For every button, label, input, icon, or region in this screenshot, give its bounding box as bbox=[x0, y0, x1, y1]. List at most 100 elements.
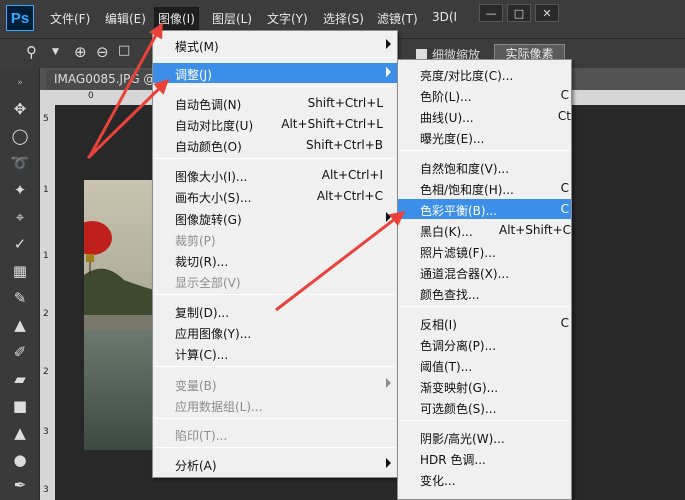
ruler-tick-label: 2 bbox=[43, 309, 49, 319]
menu-item-black-white[interactable]: 黑白(K)... Alt+Shift+C bbox=[398, 220, 571, 240]
menu-item-label: 应用数据组(L)... bbox=[175, 400, 263, 414]
menu-item-trim[interactable]: 裁切(R)... bbox=[153, 250, 397, 270]
menu-item-trap: 陷印(T)... bbox=[153, 424, 397, 444]
menu-item-image-rotation[interactable]: 图像旋转(G) bbox=[153, 208, 397, 228]
menu-item-invert[interactable]: 反相(I) C bbox=[398, 313, 571, 333]
menu-layer[interactable]: 图层(L) bbox=[212, 10, 252, 27]
adjustments-submenu: 亮度/对比度(C)... 色阶(L)... C 曲线(U)... Ct 曝光度(E)… bbox=[397, 59, 572, 500]
menu-item-label: 计算(C)... bbox=[175, 348, 229, 362]
menu-item-label: 复制(D)... bbox=[175, 306, 230, 320]
menu-item-label: 自动色调(N) bbox=[175, 98, 242, 112]
menu-item-selective-color[interactable]: 可选颜色(S)... bbox=[398, 397, 571, 417]
menu-separator bbox=[400, 150, 569, 151]
menu-item-label: 变化... bbox=[420, 474, 456, 488]
menu-item-label: 颜色查找... bbox=[420, 288, 480, 302]
menu-item-threshold[interactable]: 阈值(T)... bbox=[398, 355, 571, 375]
gradient-tool-icon[interactable]: ■ bbox=[8, 395, 32, 417]
menu-item-vibrance[interactable]: 自然饱和度(V)... bbox=[398, 157, 571, 177]
ruler-tick-label: 0 bbox=[88, 91, 94, 101]
zoom-tool-icon[interactable]: ⚲ bbox=[26, 43, 37, 61]
submenu-arrow-icon bbox=[386, 458, 391, 468]
resize-window-checkbox[interactable]: □ bbox=[118, 43, 130, 58]
menu-item-hdr-toning[interactable]: HDR 色调... bbox=[398, 448, 571, 468]
menu-item-apply-image[interactable]: 应用图像(Y)... bbox=[153, 322, 397, 342]
menu-item-label: 自然饱和度(V)... bbox=[420, 162, 510, 176]
menu-item-label: 模式(M) bbox=[175, 40, 219, 54]
menu-item-levels[interactable]: 色阶(L)... C bbox=[398, 85, 571, 105]
menu-image[interactable]: 图像(I) bbox=[154, 7, 199, 30]
brush-tool-icon[interactable]: ✎ bbox=[8, 287, 32, 309]
healing-brush-icon[interactable]: ▦ bbox=[8, 260, 32, 282]
menu-item-shortcut: C bbox=[560, 88, 569, 102]
submenu-arrow-icon bbox=[386, 212, 391, 222]
menu-item-label: 自动颜色(O) bbox=[175, 140, 242, 154]
menu-item-variations[interactable]: 变化... bbox=[398, 469, 571, 489]
menu-item-variables: 变量(B) bbox=[153, 374, 397, 394]
menu-item-mode[interactable]: 模式(M) bbox=[153, 35, 397, 55]
menu-file[interactable]: 文件(F) bbox=[50, 10, 90, 27]
chevron-down-icon[interactable]: ▼ bbox=[52, 47, 59, 57]
ruler-tick-label: 5 bbox=[43, 114, 49, 124]
dodge-tool-icon[interactable]: ● bbox=[8, 449, 32, 471]
menu-item-auto-color[interactable]: 自动颜色(O) Shift+Ctrl+B bbox=[153, 135, 397, 155]
eyedropper-tool-icon[interactable]: ✓ bbox=[8, 233, 32, 255]
move-tool-icon[interactable]: ✥ bbox=[8, 98, 32, 120]
menu-item-label: 裁切(R)... bbox=[175, 255, 229, 269]
menu-item-color-balance[interactable]: 色彩平衡(B)... C bbox=[398, 199, 571, 219]
menu-item-curves[interactable]: 曲线(U)... Ct bbox=[398, 106, 571, 126]
menu-type[interactable]: 文字(Y) bbox=[267, 10, 308, 27]
submenu-arrow-icon bbox=[386, 67, 391, 77]
crop-tool-icon[interactable]: ⌖ bbox=[8, 206, 32, 228]
marquee-tool-icon[interactable]: ◯ bbox=[8, 125, 32, 147]
minimize-button[interactable]: — bbox=[479, 4, 503, 22]
menu-item-color-lookup[interactable]: 颜色查找... bbox=[398, 283, 571, 303]
menu-separator bbox=[155, 447, 395, 448]
zoom-out-icon[interactable]: ⊖ bbox=[96, 43, 109, 61]
menu-select[interactable]: 选择(S) bbox=[323, 10, 364, 27]
clone-stamp-icon[interactable]: ▲ bbox=[8, 314, 32, 336]
menu-item-exposure[interactable]: 曝光度(E)... bbox=[398, 127, 571, 147]
lasso-tool-icon[interactable]: ➰ bbox=[8, 152, 32, 174]
maximize-button[interactable]: □ bbox=[507, 4, 531, 22]
menu-item-analysis[interactable]: 分析(A) bbox=[153, 454, 397, 474]
photoshop-logo: Ps bbox=[6, 5, 34, 31]
eraser-tool-icon[interactable]: ▰ bbox=[8, 368, 32, 390]
collapse-arrows-icon[interactable]: » bbox=[8, 72, 32, 94]
menu-item-hue-saturation[interactable]: 色相/饱和度(H)... C bbox=[398, 178, 571, 198]
history-brush-icon[interactable]: ✐ bbox=[8, 341, 32, 363]
menu-3d[interactable]: 3D(I bbox=[432, 10, 457, 24]
menu-separator bbox=[155, 418, 395, 419]
menu-edit[interactable]: 编辑(E) bbox=[105, 10, 146, 27]
zoom-in-icon[interactable]: ⊕ bbox=[74, 43, 87, 61]
menu-item-image-size[interactable]: 图像大小(I)... Alt+Ctrl+I bbox=[153, 165, 397, 185]
menu-item-auto-tone[interactable]: 自动色调(N) Shift+Ctrl+L bbox=[153, 93, 397, 113]
menu-item-shortcut: C bbox=[560, 202, 569, 216]
ruler-tick-label: 1 bbox=[43, 251, 49, 261]
magic-wand-icon[interactable]: ✦ bbox=[8, 179, 32, 201]
menu-item-label: 自动对比度(U) bbox=[175, 119, 254, 133]
menu-item-auto-contrast[interactable]: 自动对比度(U) Alt+Shift+Ctrl+L bbox=[153, 114, 397, 134]
menu-item-gradient-map[interactable]: 渐变映射(G)... bbox=[398, 376, 571, 396]
menu-item-label: 应用图像(Y)... bbox=[175, 327, 252, 341]
menu-item-brightness-contrast[interactable]: 亮度/对比度(C)... bbox=[398, 64, 571, 84]
menu-item-photo-filter[interactable]: 照片滤镜(F)... bbox=[398, 241, 571, 261]
menu-filter[interactable]: 滤镜(T) bbox=[377, 10, 418, 27]
menu-item-calculations[interactable]: 计算(C)... bbox=[153, 343, 397, 363]
menu-item-label: 陷印(T)... bbox=[175, 429, 228, 443]
menu-item-label: 曝光度(E)... bbox=[420, 132, 485, 146]
menu-item-canvas-size[interactable]: 画布大小(S)... Alt+Ctrl+C bbox=[153, 186, 397, 206]
menu-item-shortcut: C bbox=[560, 316, 569, 330]
menu-item-channel-mixer[interactable]: 通道混合器(X)... bbox=[398, 262, 571, 282]
menu-item-label: 亮度/对比度(C)... bbox=[420, 69, 514, 83]
menu-item-shadows-highlights[interactable]: 阴影/高光(W)... bbox=[398, 427, 571, 447]
pen-tool-icon[interactable]: ✒ bbox=[8, 474, 32, 496]
photoshop-window: Ps 文件(F) 编辑(E) 图像(I) 图层(L) 文字(Y) 选择(S) 滤… bbox=[0, 0, 685, 500]
close-button[interactable]: ✕ bbox=[535, 4, 559, 22]
document-tab[interactable]: IMAG0085.JPG @ bbox=[46, 70, 156, 90]
blur-tool-icon[interactable]: ▲ bbox=[8, 422, 32, 444]
menu-item-posterize[interactable]: 色调分离(P)... bbox=[398, 334, 571, 354]
menu-item-adjustments[interactable]: 调整(J) bbox=[153, 63, 397, 83]
menu-item-duplicate[interactable]: 复制(D)... bbox=[153, 301, 397, 321]
menu-item-shortcut: Shift+Ctrl+B bbox=[306, 138, 383, 152]
menu-item-label: 色相/饱和度(H)... bbox=[420, 183, 514, 197]
